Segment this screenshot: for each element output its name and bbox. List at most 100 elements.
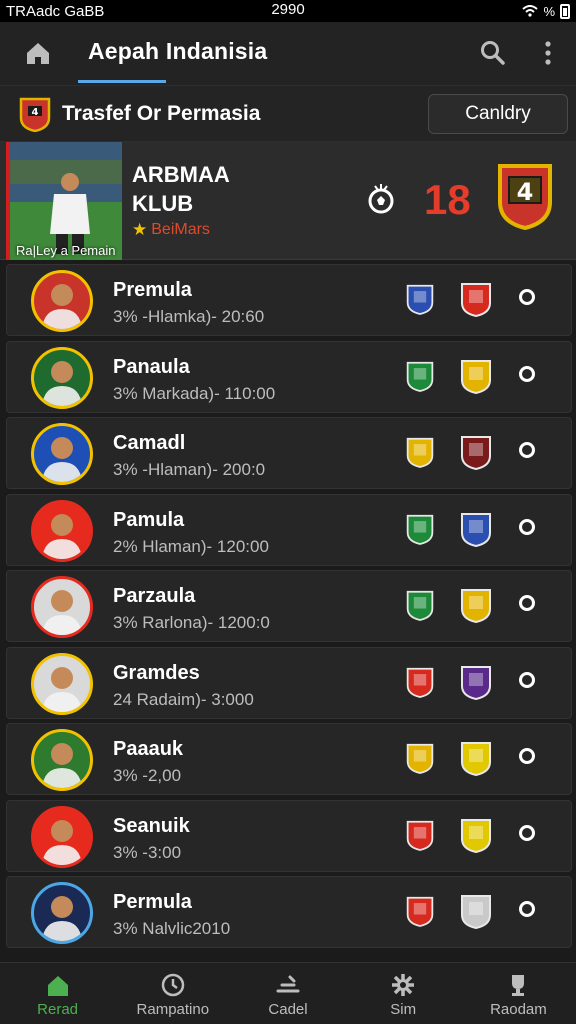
- transfer-icon: [276, 975, 300, 993]
- featured-caption: Ra|Ley a Pemain: [16, 243, 116, 258]
- player-row[interactable]: Gramdes 24 Radaim)- 3:000: [6, 646, 572, 719]
- to-club-crest-icon: [461, 665, 491, 700]
- featured-club-card[interactable]: Ra|Ley a Pemain ARBMAA KLUB ★ BeiMars 18…: [0, 142, 576, 260]
- player-detail: 24 Radaim)- 3:000: [113, 689, 254, 709]
- to-club-crest-icon: [461, 818, 491, 853]
- trophy-icon: [512, 975, 525, 996]
- status-time: 2990: [271, 1, 305, 18]
- player-detail: 3% Nalvlic2010: [113, 919, 231, 938]
- status-circle-icon[interactable]: [519, 901, 535, 917]
- player-avatar: [31, 346, 93, 409]
- player-name: Camadl: [113, 432, 186, 454]
- home-icon: [47, 976, 68, 996]
- featured-club-name: ARBMAA KLUB: [132, 160, 312, 218]
- player-name: Panaula: [113, 355, 190, 378]
- player-avatar: [31, 882, 93, 944]
- player-name: Permula: [113, 891, 192, 913]
- player-detail: 3% Rarlona)- 1200:0: [113, 613, 270, 632]
- app-title: Aepah Indanisia: [88, 38, 268, 64]
- app-bar: Aepah Indanisia: [0, 22, 576, 86]
- from-club-crest-icon: [406, 361, 434, 392]
- player-avatar: [31, 423, 93, 485]
- nav-item-rampatino[interactable]: Rampatino: [115, 963, 230, 1024]
- nav-label: Cadel: [268, 1001, 308, 1018]
- player-row[interactable]: Camadl 3% -Hlaman)- 200:0: [6, 417, 572, 489]
- player-detail: 3% -2,00: [113, 766, 182, 785]
- nav-item-cadel[interactable]: Cadel: [230, 963, 345, 1024]
- status-circle-icon[interactable]: [519, 824, 535, 841]
- svg-text:4: 4: [32, 107, 39, 118]
- svg-text:4: 4: [517, 178, 534, 206]
- from-club-crest-icon: [406, 743, 434, 774]
- to-club-crest-icon: [461, 359, 491, 394]
- from-club-crest-icon: [406, 284, 434, 315]
- player-row[interactable]: Parzaula 3% Rarlona)- 1200:0: [6, 570, 572, 642]
- player-name: Premula: [113, 279, 192, 301]
- status-bar: TRAadc GaBB 2990 %: [0, 0, 576, 22]
- to-club-crest-icon: [461, 742, 491, 776]
- player-avatar: [31, 805, 93, 868]
- player-row[interactable]: Pamula 2% Hlaman)- 120:00: [6, 493, 572, 566]
- more-vert-icon[interactable]: [538, 38, 558, 68]
- nav-item-sim[interactable]: Sim: [346, 963, 461, 1024]
- bottom-nav: Rerad Rampatino Cadel Sim Raodam: [0, 962, 576, 1024]
- from-club-crest-icon: [406, 896, 434, 927]
- player-avatar: [31, 499, 93, 562]
- featured-subtitle: ★ BeiMars: [132, 220, 210, 240]
- gear-icon: [392, 974, 415, 996]
- player-row[interactable]: Paaauk 3% -2,00: [6, 723, 572, 795]
- title-tab-indicator: [78, 80, 166, 83]
- player-detail: 2% Hlaman)- 120:00: [113, 536, 269, 556]
- player-avatar: [31, 729, 93, 791]
- status-circle-icon[interactable]: [519, 748, 535, 764]
- player-detail: 3% -Hlamka)- 20:60: [113, 307, 265, 326]
- player-detail: 3% Markada)- 110:00: [113, 383, 276, 403]
- to-club-crest-icon: [461, 436, 491, 470]
- nav-label: Rerad: [37, 1001, 79, 1018]
- from-club-crest-icon: [406, 590, 434, 621]
- featured-subtitle-text: BeiMars: [151, 221, 210, 238]
- status-circle-icon[interactable]: [519, 671, 535, 688]
- star-icon: ★: [132, 220, 148, 239]
- player-row[interactable]: Permula 3% Nalvlic2010: [6, 876, 572, 948]
- clock-icon: [161, 973, 185, 997]
- featured-player-photo: Ra|Ley a Pemain: [6, 142, 122, 260]
- category-button[interactable]: Canldry: [428, 94, 568, 134]
- player-row[interactable]: Premula 3% -Hlamka)- 20:60: [6, 264, 572, 336]
- player-name: Seanuik: [113, 814, 190, 837]
- search-icon[interactable]: [478, 38, 508, 68]
- section-title: Trasfef Or Permasia: [62, 102, 261, 125]
- player-avatar: [31, 270, 93, 332]
- player-row[interactable]: Panaula 3% Markada)- 110:00: [6, 340, 572, 413]
- home-icon[interactable]: [22, 38, 54, 70]
- featured-name-line2: KLUB: [132, 191, 194, 216]
- status-circle-icon[interactable]: [519, 518, 535, 535]
- nav-item-rerad[interactable]: Rerad: [0, 963, 115, 1024]
- section-header: 4 Trasfef Or Permasia Canldry: [0, 86, 576, 142]
- status-circle-icon[interactable]: [519, 365, 535, 382]
- status-circle-icon[interactable]: [519, 289, 535, 305]
- status-circle-icon[interactable]: [519, 442, 535, 458]
- from-club-crest-icon: [406, 437, 434, 468]
- club-crest-icon: 4: [19, 97, 51, 132]
- nav-label: Sim: [390, 1001, 417, 1018]
- from-club-crest-icon: [406, 820, 434, 851]
- player-name: Parzaula: [113, 585, 196, 607]
- featured-score: 18: [424, 176, 471, 223]
- player-detail: 3% -Hlaman)- 200:0: [113, 460, 266, 479]
- player-avatar: [31, 576, 93, 638]
- featured-name-line1: ARBMAA: [132, 162, 230, 187]
- status-circle-icon[interactable]: [519, 595, 535, 611]
- to-club-crest-icon: [461, 589, 491, 623]
- nav-item-raodam[interactable]: Raodam: [461, 963, 576, 1024]
- from-club-crest-icon: [406, 514, 434, 545]
- to-club-crest-icon: [461, 283, 491, 317]
- nav-label: Raodam: [490, 1001, 547, 1018]
- club-crest-icon: 4: [498, 164, 552, 230]
- player-row[interactable]: Seanuik 3% -3:00: [6, 799, 572, 872]
- player-name: Paaauk: [113, 738, 184, 760]
- player-avatar: [31, 652, 93, 715]
- to-club-crest-icon: [461, 895, 491, 929]
- from-club-crest-icon: [406, 667, 434, 698]
- nav-label: Rampatino: [136, 1001, 210, 1018]
